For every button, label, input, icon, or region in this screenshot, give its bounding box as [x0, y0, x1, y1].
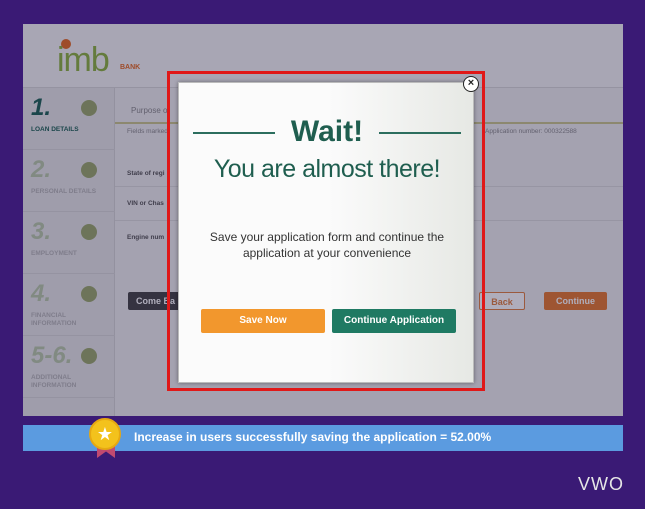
result-text: Increase in users successfully saving th…	[134, 430, 492, 444]
star-icon: ★	[96, 424, 114, 444]
modal-title: Wait!	[290, 115, 364, 148]
close-icon[interactable]: ×	[463, 76, 479, 92]
modal-message: Save your application form and continue …	[209, 230, 445, 260]
modal-subtitle: You are almost there!	[213, 155, 441, 183]
vwo-logo: VWO	[578, 474, 624, 494]
exit-intent-modal: Wait! You are almost there! Save your ap…	[178, 82, 474, 383]
continue-application-button[interactable]: Continue Application	[332, 309, 456, 333]
medal-icon: ★	[89, 418, 121, 450]
save-now-button[interactable]: Save Now	[201, 309, 325, 333]
